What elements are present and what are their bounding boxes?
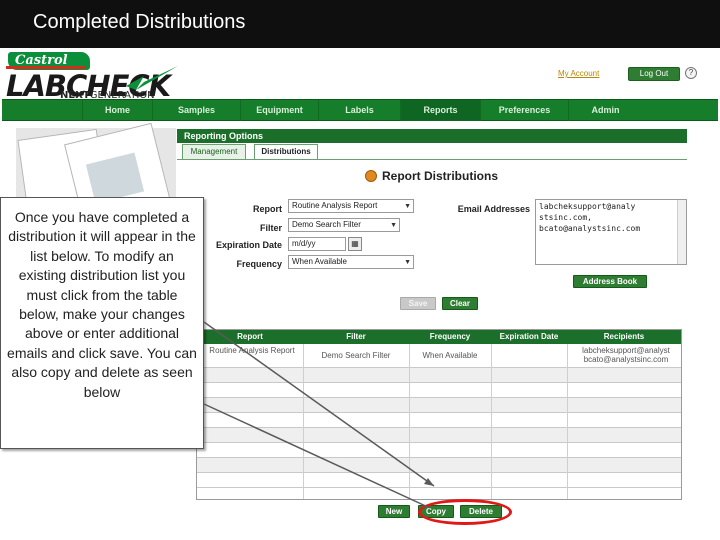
column-divider [567, 344, 568, 499]
column-divider [409, 344, 410, 499]
nav-equipment[interactable]: Equipment [240, 100, 318, 121]
column-filter[interactable]: Filter [303, 330, 409, 344]
table-row [197, 473, 681, 488]
frequency-label: Frequency [236, 259, 282, 269]
help-icon[interactable]: ? [685, 67, 697, 79]
nav-reports[interactable]: Reports [400, 100, 480, 121]
clear-button[interactable]: Clear [442, 297, 478, 310]
nav-samples[interactable]: Samples [152, 100, 240, 121]
table-row [197, 398, 681, 413]
instruction-callout: Once you have completed a distribution i… [0, 197, 204, 449]
email-addresses-label: Email Addresses [457, 204, 530, 214]
cell-report: Routine Analysis Report [209, 346, 295, 355]
email-line: bcato@analystsinc.com [539, 224, 641, 233]
nav-labels[interactable]: Labels [318, 100, 400, 121]
table-row [197, 383, 681, 398]
column-divider [491, 344, 492, 499]
page-title: Report Distributions [382, 169, 498, 183]
email-line: labcheksupport@analy [539, 202, 636, 211]
nav-home[interactable]: Home [82, 100, 152, 121]
column-recipients[interactable]: Recipients [567, 330, 681, 344]
column-expiration-date[interactable]: Expiration Date [491, 330, 567, 344]
frequency-select-value: When Available [292, 257, 347, 266]
chevron-down-icon: ▼ [390, 222, 397, 229]
copy-delete-highlight [418, 499, 512, 525]
save-button[interactable]: Save [400, 297, 436, 310]
filter-label: Filter [259, 223, 282, 233]
distributions-table: Report Filter Frequency Expiration Date … [196, 329, 682, 500]
cell-frequency: When Available [422, 351, 478, 360]
new-button[interactable]: New [378, 505, 410, 518]
report-select-value: Routine Analysis Report [292, 201, 378, 210]
address-book-button[interactable]: Address Book [573, 275, 647, 288]
report-label: Report [253, 204, 282, 214]
report-distributions-icon [365, 170, 377, 182]
nav-preferences[interactable]: Preferences [480, 100, 568, 121]
table-header: Report Filter Frequency Expiration Date … [197, 330, 681, 344]
expiration-date-input[interactable]: m/d/yy [288, 237, 346, 251]
column-frequency[interactable]: Frequency [409, 330, 491, 344]
slide-title-bar: Completed Distributions [0, 0, 720, 48]
cell-filter: Demo Search Filter [321, 351, 391, 360]
my-account-link[interactable]: My Account [558, 69, 599, 78]
table-row[interactable]: Routine Analysis Report Demo Search Filt… [197, 344, 681, 368]
filter-select-value: Demo Search Filter [292, 220, 361, 229]
column-divider [303, 344, 304, 499]
nav-admin[interactable]: Admin [568, 100, 642, 121]
calendar-icon[interactable]: ▦ [348, 237, 362, 251]
email-line: stsinc.com, [539, 213, 592, 222]
frequency-select[interactable]: When Available ▼ [288, 255, 414, 269]
cell-recipients: labcheksupport@analyst bcato@analystsinc… [571, 346, 681, 364]
reporting-options-header: Reporting Options [177, 129, 687, 143]
textarea-scrollbar[interactable] [677, 200, 686, 264]
logout-button[interactable]: Log Out [628, 67, 680, 81]
main-nav: Home Samples Equipment Labels Reports Pr… [2, 99, 718, 121]
recipient-email: bcato@analystsinc.com [583, 355, 669, 364]
labcheck-logo: Castrol LABCHECK NEXTGENERATION [4, 50, 179, 103]
email-addresses-textarea[interactable]: labcheksupport@analy stsinc.com, bcato@a… [535, 199, 687, 265]
column-report[interactable]: Report [197, 330, 303, 344]
expiration-date-placeholder: m/d/yy [292, 239, 316, 248]
table-row [197, 443, 681, 458]
tab-distributions[interactable]: Distributions [254, 144, 318, 160]
table-row [197, 458, 681, 473]
tab-management[interactable]: Management [182, 144, 246, 160]
chevron-down-icon: ▼ [404, 203, 411, 210]
report-select[interactable]: Routine Analysis Report ▼ [288, 199, 414, 213]
tab-divider [177, 159, 687, 160]
filter-select[interactable]: Demo Search Filter ▼ [288, 218, 400, 232]
table-row [197, 368, 681, 383]
expiration-date-label: Expiration Date [215, 240, 282, 250]
table-row [197, 428, 681, 443]
slide-title: Completed Distributions [33, 11, 246, 33]
table-row [197, 413, 681, 428]
recipient-email: labcheksupport@analyst [582, 346, 670, 355]
chevron-down-icon: ▼ [404, 259, 411, 266]
